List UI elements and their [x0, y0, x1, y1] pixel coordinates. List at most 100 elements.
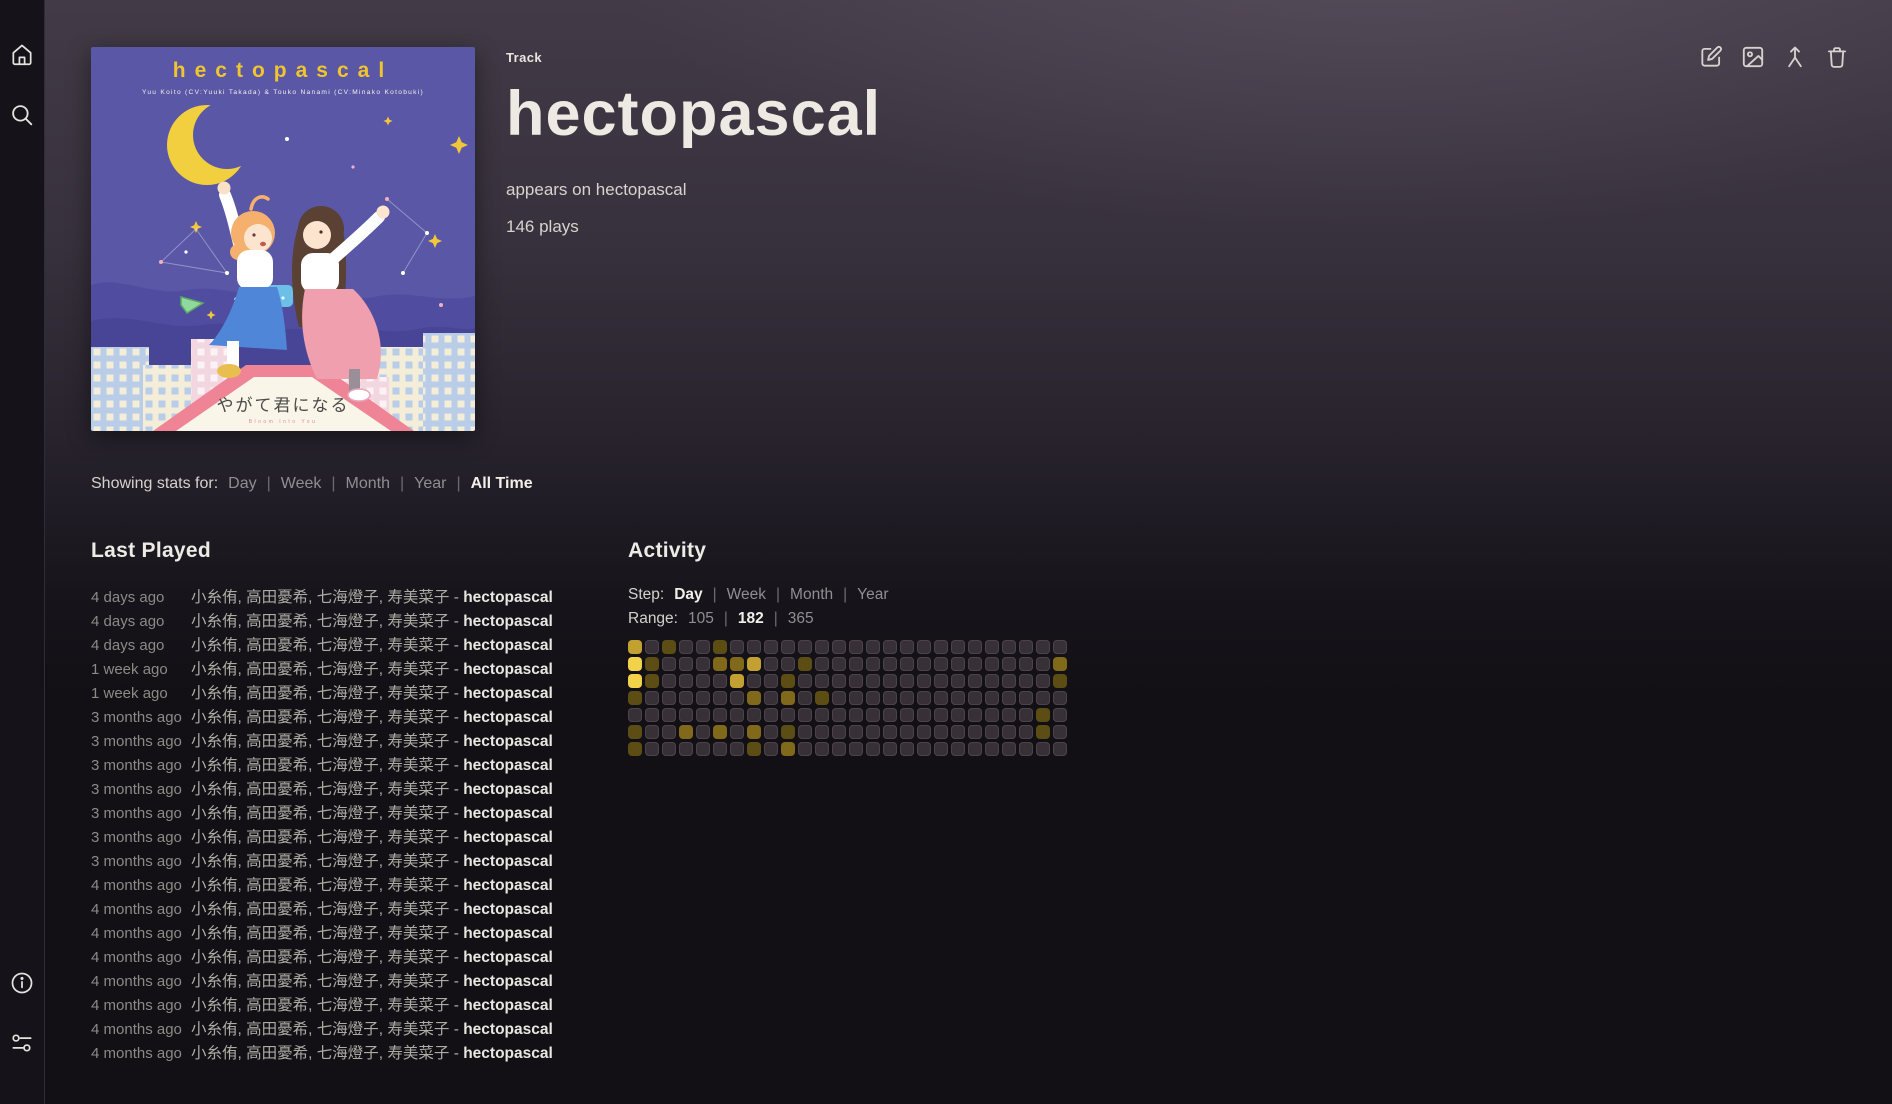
activity-cell[interactable] — [713, 742, 727, 756]
artist-link[interactable]: 寿美菜子 — [387, 733, 449, 750]
track-link[interactable]: hectopascal — [463, 757, 553, 774]
artist-link[interactable]: 七海燈子 — [317, 829, 379, 846]
activity-cell[interactable] — [764, 725, 778, 739]
activity-cell[interactable] — [1053, 640, 1067, 654]
track-link[interactable]: hectopascal — [463, 661, 553, 678]
activity-cell[interactable] — [798, 657, 812, 671]
activity-cell[interactable] — [832, 674, 846, 688]
activity-cell[interactable] — [985, 657, 999, 671]
artist-link[interactable]: 七海燈子 — [317, 781, 379, 798]
activity-cell[interactable] — [747, 674, 761, 688]
artist-link[interactable]: 寿美菜子 — [387, 661, 449, 678]
activity-cell[interactable] — [917, 691, 931, 705]
activity-cell[interactable] — [1002, 725, 1016, 739]
activity-cell[interactable] — [900, 691, 914, 705]
activity-cell[interactable] — [713, 708, 727, 722]
search-icon[interactable] — [9, 102, 35, 128]
activity-cell[interactable] — [883, 640, 897, 654]
artist-link[interactable]: 七海燈子 — [317, 901, 379, 918]
activity-cell[interactable] — [798, 708, 812, 722]
artist-link[interactable]: 小糸侑 — [191, 637, 238, 654]
activity-cell[interactable] — [713, 725, 727, 739]
activity-cell[interactable] — [645, 657, 659, 671]
activity-cell[interactable] — [900, 657, 914, 671]
activity-cell[interactable] — [747, 657, 761, 671]
artist-link[interactable]: 寿美菜子 — [387, 613, 449, 630]
artist-link[interactable]: 高田憂希 — [246, 781, 308, 798]
activity-cell[interactable] — [849, 691, 863, 705]
activity-cell[interactable] — [1019, 742, 1033, 756]
activity-cell[interactable] — [951, 708, 965, 722]
artist-link[interactable]: 高田憂希 — [246, 973, 308, 990]
activity-cell[interactable] — [747, 691, 761, 705]
artist-link[interactable]: 高田憂希 — [246, 997, 308, 1014]
track-link[interactable]: hectopascal — [463, 853, 553, 870]
activity-cell[interactable] — [730, 640, 744, 654]
artist-link[interactable]: 高田憂希 — [246, 1045, 308, 1062]
track-link[interactable]: hectopascal — [463, 925, 553, 942]
activity-cell[interactable] — [747, 725, 761, 739]
activity-cell[interactable] — [696, 691, 710, 705]
activity-cell[interactable] — [1019, 708, 1033, 722]
activity-cell[interactable] — [883, 674, 897, 688]
track-link[interactable]: hectopascal — [463, 1045, 553, 1062]
activity-cell[interactable] — [917, 742, 931, 756]
artist-link[interactable]: 小糸侑 — [191, 829, 238, 846]
activity-cell[interactable] — [662, 657, 676, 671]
activity-cell[interactable] — [866, 725, 880, 739]
delete-icon[interactable] — [1824, 44, 1850, 70]
artist-link[interactable]: 小糸侑 — [191, 1045, 238, 1062]
activity-cell[interactable] — [849, 657, 863, 671]
activity-cell[interactable] — [934, 657, 948, 671]
artist-link[interactable]: 高田憂希 — [246, 1021, 308, 1038]
activity-cell[interactable] — [951, 640, 965, 654]
activity-cell[interactable] — [1019, 674, 1033, 688]
track-link[interactable]: hectopascal — [463, 829, 553, 846]
home-icon[interactable] — [9, 42, 35, 68]
artist-link[interactable]: 小糸侑 — [191, 805, 238, 822]
activity-cell[interactable] — [917, 725, 931, 739]
activity-cell[interactable] — [679, 742, 693, 756]
artist-link[interactable]: 七海燈子 — [317, 589, 379, 606]
artist-link[interactable]: 小糸侑 — [191, 685, 238, 702]
activity-cell[interactable] — [679, 657, 693, 671]
activity-cell[interactable] — [1002, 640, 1016, 654]
activity-cell[interactable] — [832, 691, 846, 705]
merge-icon[interactable] — [1782, 44, 1808, 70]
artist-link[interactable]: 七海燈子 — [317, 661, 379, 678]
activity-cell[interactable] — [628, 691, 642, 705]
activity-cell[interactable] — [798, 725, 812, 739]
activity-cell[interactable] — [934, 640, 948, 654]
activity-cell[interactable] — [781, 691, 795, 705]
activity-cell[interactable] — [917, 640, 931, 654]
artist-link[interactable]: 寿美菜子 — [387, 925, 449, 942]
artist-link[interactable]: 高田憂希 — [246, 661, 308, 678]
track-link[interactable]: hectopascal — [463, 781, 553, 798]
artist-link[interactable]: 小糸侑 — [191, 901, 238, 918]
activity-cell[interactable] — [662, 691, 676, 705]
activity-cell[interactable] — [696, 742, 710, 756]
artist-link[interactable]: 寿美菜子 — [387, 949, 449, 966]
activity-cell[interactable] — [764, 742, 778, 756]
activity-cell[interactable] — [968, 725, 982, 739]
activity-cell[interactable] — [1036, 657, 1050, 671]
activity-cell[interactable] — [832, 725, 846, 739]
activity-cell[interactable] — [951, 725, 965, 739]
activity-cell[interactable] — [747, 708, 761, 722]
activity-cell[interactable] — [1002, 674, 1016, 688]
artist-link[interactable]: 七海燈子 — [317, 1045, 379, 1062]
activity-cell[interactable] — [968, 708, 982, 722]
activity-cell[interactable] — [883, 657, 897, 671]
artist-link[interactable]: 寿美菜子 — [387, 781, 449, 798]
artist-link[interactable]: 小糸侑 — [191, 853, 238, 870]
activity-cell[interactable] — [866, 708, 880, 722]
artist-link[interactable]: 七海燈子 — [317, 613, 379, 630]
activity-cell[interactable] — [1002, 657, 1016, 671]
activity-cell[interactable] — [934, 742, 948, 756]
activity-cell[interactable] — [798, 742, 812, 756]
activity-cell[interactable] — [628, 742, 642, 756]
stats-filter-option-month[interactable]: Month — [346, 475, 390, 492]
artist-link[interactable]: 七海燈子 — [317, 973, 379, 990]
artist-link[interactable]: 七海燈子 — [317, 733, 379, 750]
activity-cell[interactable] — [934, 691, 948, 705]
